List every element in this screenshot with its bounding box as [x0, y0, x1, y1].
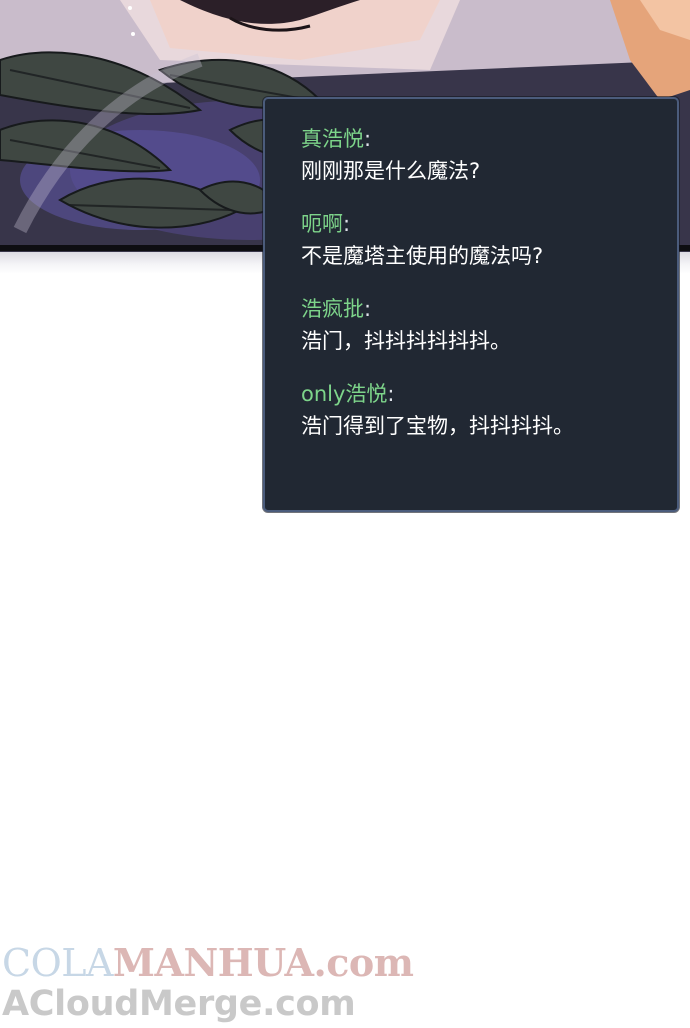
- watermark-manhua: MANHUA.com: [112, 940, 414, 985]
- username-colon: :: [364, 297, 372, 321]
- comment-text: 浩门，抖抖抖抖抖抖。: [301, 329, 511, 353]
- comment-item: only浩悦: 浩门得到了宝物，抖抖抖抖。: [301, 378, 663, 442]
- comment-overlay-box: 真浩悦: 刚刚那是什么魔法? 呃啊: 不是魔塔主使用的魔法吗? 浩疯批: 浩门，…: [263, 97, 679, 512]
- comment-username-row: 浩疯批:: [301, 293, 663, 325]
- comment-item: 浩疯批: 浩门，抖抖抖抖抖抖。: [301, 293, 663, 357]
- comment-text: 浩门得到了宝物，抖抖抖抖。: [301, 414, 574, 438]
- watermark-cola: COLA: [2, 941, 113, 985]
- comment-username-row: 呃啊:: [301, 208, 663, 240]
- watermark-line1: COLAMANHUA.com: [2, 940, 414, 986]
- comment-username-row: only浩悦:: [301, 378, 663, 410]
- watermark-line2: ACloudMerge.com: [2, 984, 356, 1024]
- comment-item: 呃啊: 不是魔塔主使用的魔法吗?: [301, 208, 663, 272]
- username-colon: :: [343, 212, 351, 236]
- comment-username: 呃啊: [301, 212, 343, 236]
- comment-username: only浩悦: [301, 382, 388, 406]
- comment-username-row: 真浩悦:: [301, 123, 663, 155]
- comment-text: 刚刚那是什么魔法?: [301, 159, 481, 183]
- username-colon: :: [387, 382, 395, 406]
- watermark: COLAMANHUA.com ACloudMerge.com: [0, 940, 420, 1025]
- page: 真浩悦: 刚刚那是什么魔法? 呃啊: 不是魔塔主使用的魔法吗? 浩疯批: 浩门，…: [0, 0, 690, 1028]
- comment-item: 真浩悦: 刚刚那是什么魔法?: [301, 123, 663, 187]
- comment-username: 真浩悦: [301, 127, 364, 151]
- comment-text: 不是魔塔主使用的魔法吗?: [301, 244, 544, 268]
- username-colon: :: [364, 127, 372, 151]
- comment-username: 浩疯批: [301, 297, 364, 321]
